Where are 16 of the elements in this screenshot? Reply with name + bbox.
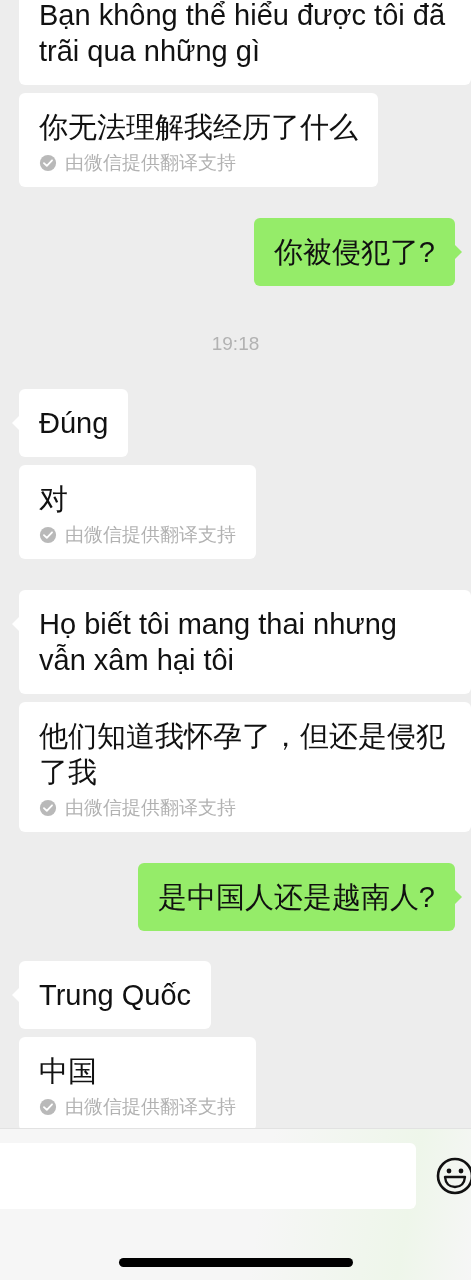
translation-note: 由微信提供翻译支持 [65, 1095, 236, 1119]
check-icon [39, 1098, 57, 1116]
check-icon [39, 799, 57, 817]
translation-note: 由微信提供翻译支持 [65, 523, 236, 547]
translation-text: 他们知道我怀孕了，但还是侵犯了我 [39, 719, 446, 790]
translation-text: 中国 [39, 1054, 98, 1089]
translation-note: 由微信提供翻译支持 [65, 796, 236, 820]
smiley-icon[interactable] [435, 1156, 471, 1196]
check-icon [39, 154, 57, 172]
message-bubble: Bạn không thể hiểu được tôi đã trãi qua những gì [19, 0, 471, 85]
check-icon [39, 526, 57, 544]
translation-note: 由微信提供翻译支持 [65, 151, 236, 175]
message-time: 19:18 [211, 333, 260, 355]
home-indicator[interactable] [118, 1258, 353, 1267]
translation-text: 对 [39, 482, 69, 517]
translation-text: 你无法理解我经历了什么 [39, 110, 358, 145]
